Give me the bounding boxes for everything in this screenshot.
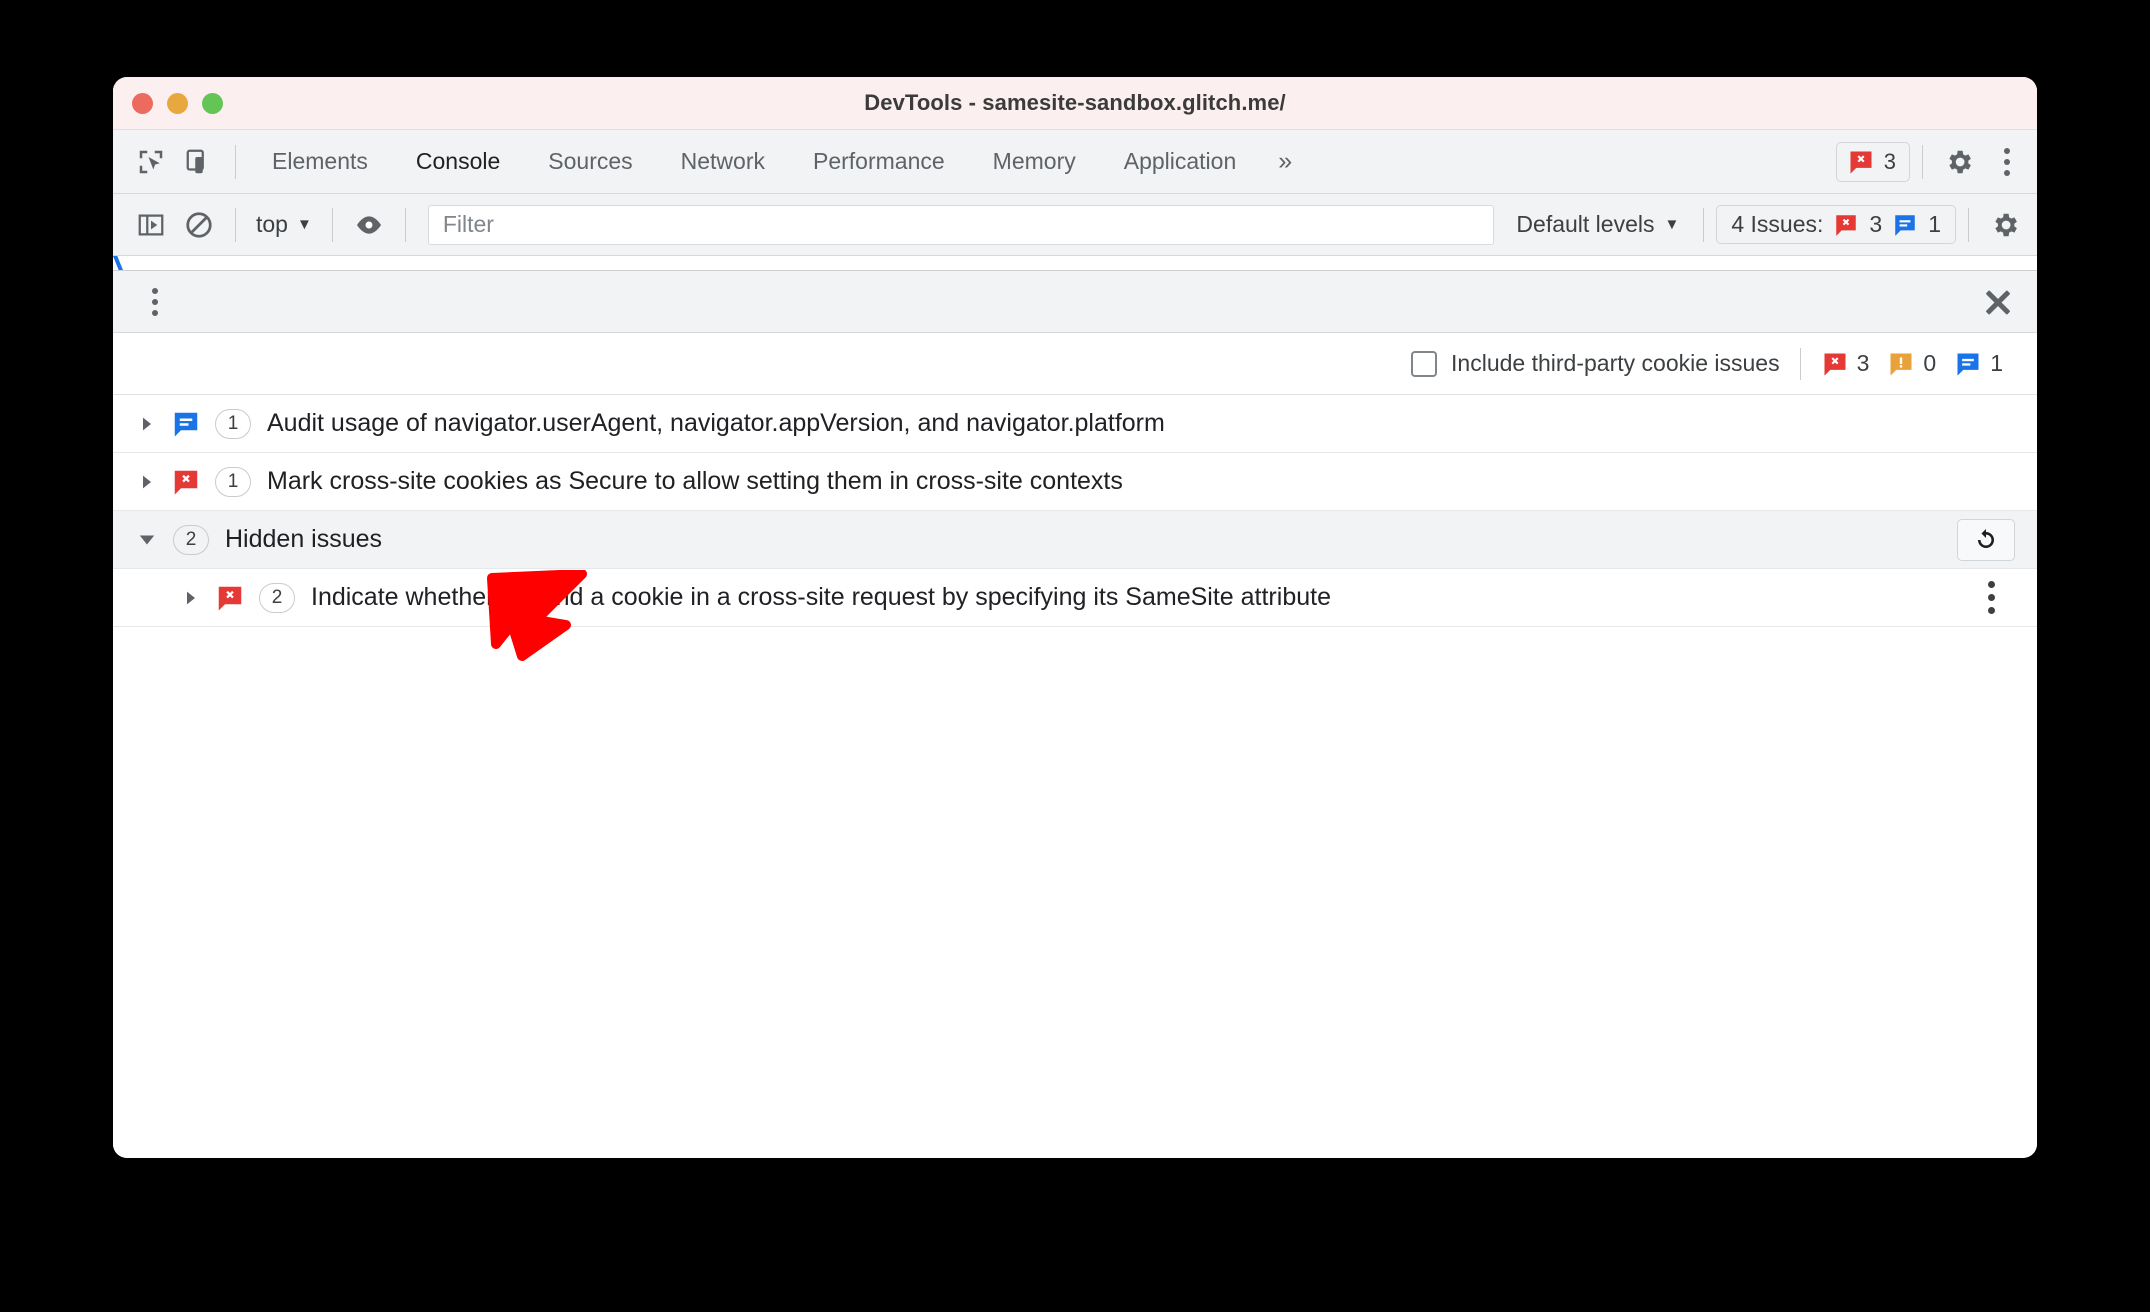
issue-count-chip: 1 — [215, 408, 251, 439]
third-party-cookie-checkbox[interactable] — [1411, 350, 1438, 377]
issues-info-count: 1 — [1928, 211, 1941, 237]
expand-triangle-icon[interactable] — [135, 416, 159, 432]
issues-list: 1 Audit usage of navigator.userAgent, na… — [113, 395, 2037, 1158]
more-tabs-icon[interactable]: » — [1260, 147, 1310, 176]
tab-memory[interactable]: Memory — [969, 130, 1100, 193]
gear-icon[interactable] — [1935, 138, 1983, 186]
tab-console[interactable]: Console — [392, 130, 524, 193]
drawer-kebab-menu-icon[interactable] — [131, 278, 179, 326]
issue-row-0[interactable]: 1 Audit usage of navigator.userAgent, na… — [113, 395, 2037, 453]
clear-console-icon[interactable] — [175, 201, 223, 249]
filter-input[interactable]: Filter — [427, 204, 1495, 245]
console-sidebar-icon[interactable] — [127, 201, 175, 249]
info-icon — [174, 412, 198, 436]
info-icon — [1895, 214, 1915, 236]
error-icon — [1824, 353, 1846, 376]
warning-count-value-drawer: 0 — [1923, 350, 1937, 376]
drawer-tabstrip — [113, 256, 2037, 271]
hidden-issue-count-chip: 2 — [259, 582, 295, 613]
issues-summary-button[interactable]: 4 Issues: 3 1 — [1716, 205, 1956, 244]
minimize-window-button[interactable] — [167, 93, 188, 114]
info-icon — [1957, 353, 1979, 376]
drawer-toolbar — [113, 271, 2037, 333]
tab-elements[interactable]: Elements — [248, 130, 392, 193]
eye-icon[interactable] — [345, 201, 393, 249]
device-toolbar-icon[interactable] — [175, 138, 223, 186]
tab-sources[interactable]: Sources — [524, 130, 656, 193]
context-label: top — [256, 211, 288, 237]
toolbar-divider-2 — [1922, 144, 1923, 179]
panel-tabs: Elements Console Sources Network Perform… — [248, 130, 1310, 193]
error-count-value-drawer: 3 — [1856, 350, 1870, 376]
issue-row-1[interactable]: 1 Mark cross-site cookies as Secure to a… — [113, 453, 2037, 511]
filterbar-divider-3 — [404, 207, 406, 242]
close-window-button[interactable] — [132, 93, 153, 114]
issue-title: Audit usage of navigator.userAgent, navi… — [267, 409, 1165, 437]
issue-counts: 3 0 1 — [1821, 350, 2013, 378]
warning-icon — [1890, 353, 1912, 376]
hidden-issue-row-0[interactable]: 2 Indicate whether to send a cookie in a… — [113, 569, 2037, 627]
expand-triangle-icon[interactable] — [135, 474, 159, 490]
maximize-window-button[interactable] — [202, 93, 223, 114]
error-icon — [218, 586, 242, 610]
issues-options-row: Include third-party cookie issues 3 0 1 — [113, 333, 2037, 395]
devtools-window: DevTools - samesite-sandbox.glitch.me/ E… — [113, 77, 2037, 1158]
filterbar-divider-4 — [1703, 207, 1705, 242]
hidden-issues-group-header[interactable]: 2 Hidden issues — [113, 511, 2037, 569]
options-row-divider — [1799, 347, 1801, 380]
error-icon — [1836, 214, 1857, 236]
third-party-cookie-label: Include third-party cookie issues — [1451, 350, 1780, 376]
issues-error-count: 3 — [1869, 211, 1883, 237]
log-level-label: Default levels — [1516, 211, 1655, 237]
chevron-down-icon: ▼ — [296, 216, 312, 233]
console-settings-gear-icon[interactable] — [1981, 201, 2029, 249]
filterbar-divider-1 — [235, 207, 236, 242]
expand-triangle-icon[interactable] — [179, 590, 203, 606]
collapse-triangle-icon[interactable] — [135, 531, 159, 549]
issue-kebab-menu-icon[interactable] — [1971, 581, 2011, 614]
drawer-active-tab-indicator — [113, 256, 124, 270]
filterbar-divider-2 — [331, 207, 333, 242]
devtools-main-toolbar: Elements Console Sources Network Perform… — [113, 130, 2037, 194]
filter-placeholder: Filter — [442, 211, 494, 237]
javascript-context-selector[interactable]: top ▼ — [248, 211, 320, 238]
hidden-issue-title: Indicate whether to send a cookie in a c… — [311, 583, 1331, 611]
traffic-lights — [132, 93, 223, 114]
console-filter-toolbar: top ▼ Filter Default levels ▼ 4 Issues: … — [113, 194, 2037, 256]
log-level-selector[interactable]: Default levels ▼ — [1504, 211, 1691, 238]
window-title: DevTools - samesite-sandbox.glitch.me/ — [864, 90, 1286, 115]
tab-application[interactable]: Application — [1100, 130, 1261, 193]
third-party-cookie-checkbox-row[interactable]: Include third-party cookie issues — [1411, 350, 1780, 377]
error-count-value: 3 — [1883, 148, 1896, 174]
window-titlebar: DevTools - samesite-sandbox.glitch.me/ — [113, 77, 2037, 130]
refresh-icon[interactable] — [1957, 518, 2015, 561]
screenshot-stage: DevTools - samesite-sandbox.glitch.me/ E… — [0, 0, 2150, 1312]
issue-count-chip: 1 — [215, 466, 251, 497]
toolbar-divider — [235, 144, 236, 179]
tab-performance[interactable]: Performance — [789, 130, 969, 193]
tab-network[interactable]: Network — [657, 130, 789, 193]
info-count-value-drawer: 1 — [1990, 350, 2003, 376]
inspect-element-icon[interactable] — [127, 138, 175, 186]
hidden-issues-count-chip: 2 — [173, 524, 209, 555]
error-count-badge[interactable]: 3 — [1835, 141, 1910, 182]
issue-title: Mark cross-site cookies as Secure to all… — [267, 467, 1123, 495]
close-icon[interactable] — [1981, 285, 2015, 319]
issues-summary-label: 4 Issues: — [1731, 211, 1824, 237]
error-icon — [1850, 151, 1872, 174]
error-icon — [174, 470, 198, 494]
chevron-down-icon-levels: ▼ — [1664, 216, 1680, 233]
hidden-issues-label: Hidden issues — [225, 525, 383, 553]
filterbar-divider-5 — [1968, 207, 1969, 242]
kebab-menu-icon[interactable] — [1983, 138, 2031, 186]
